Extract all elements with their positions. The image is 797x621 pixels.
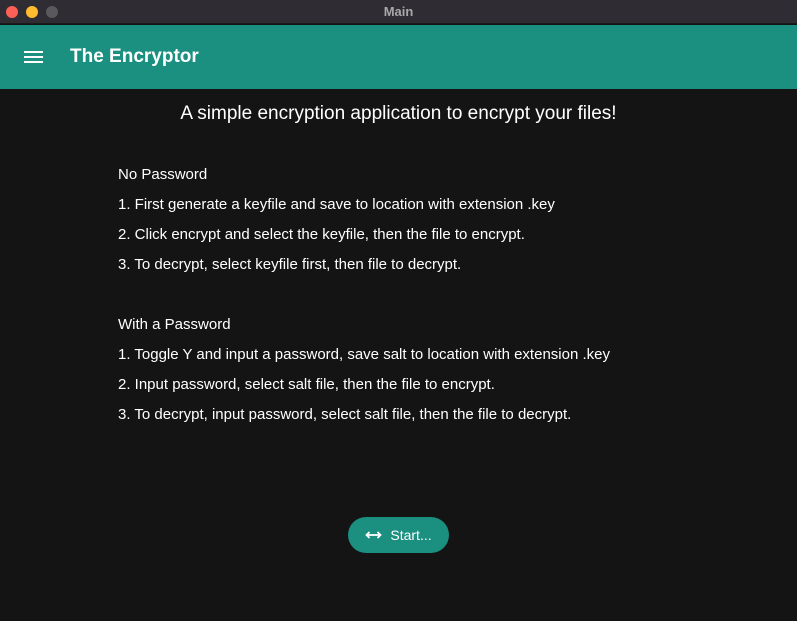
instruction-step: 2. Input password, select salt file, the… <box>118 376 495 393</box>
start-button[interactable]: Start... <box>348 517 449 553</box>
section-heading-no-password: No Password <box>118 166 208 183</box>
menu-icon <box>24 56 43 58</box>
app-title: The Encryptor <box>70 46 199 67</box>
window-titlebar[interactable]: Main <box>0 0 797 24</box>
horizontal-arrows-icon <box>365 531 383 539</box>
instructions: No Password 1. First generate a keyfile … <box>118 165 610 435</box>
instruction-step: 2. Click encrypt and select the keyfile,… <box>118 226 525 243</box>
menu-button[interactable] <box>14 39 54 75</box>
instruction-step: 1. First generate a keyfile and save to … <box>118 196 555 213</box>
instruction-step: 1. Toggle Y and input a password, save s… <box>118 346 610 363</box>
menu-icon <box>24 51 43 53</box>
main-content: A simple encryption application to encry… <box>0 89 797 621</box>
instruction-step: 3. To decrypt, input password, select sa… <box>118 406 572 423</box>
menu-icon <box>24 61 43 63</box>
app-bar: The Encryptor <box>0 25 797 89</box>
section-heading-with-password: With a Password <box>118 316 231 333</box>
app-window: Main The Encryptor A simple encryption a… <box>0 0 797 621</box>
page-headline: A simple encryption application to encry… <box>180 103 617 124</box>
window-title: Main <box>383 4 414 19</box>
start-button-label: Start... <box>390 527 432 543</box>
instruction-step: 3. To decrypt, select keyfile first, the… <box>118 256 462 273</box>
